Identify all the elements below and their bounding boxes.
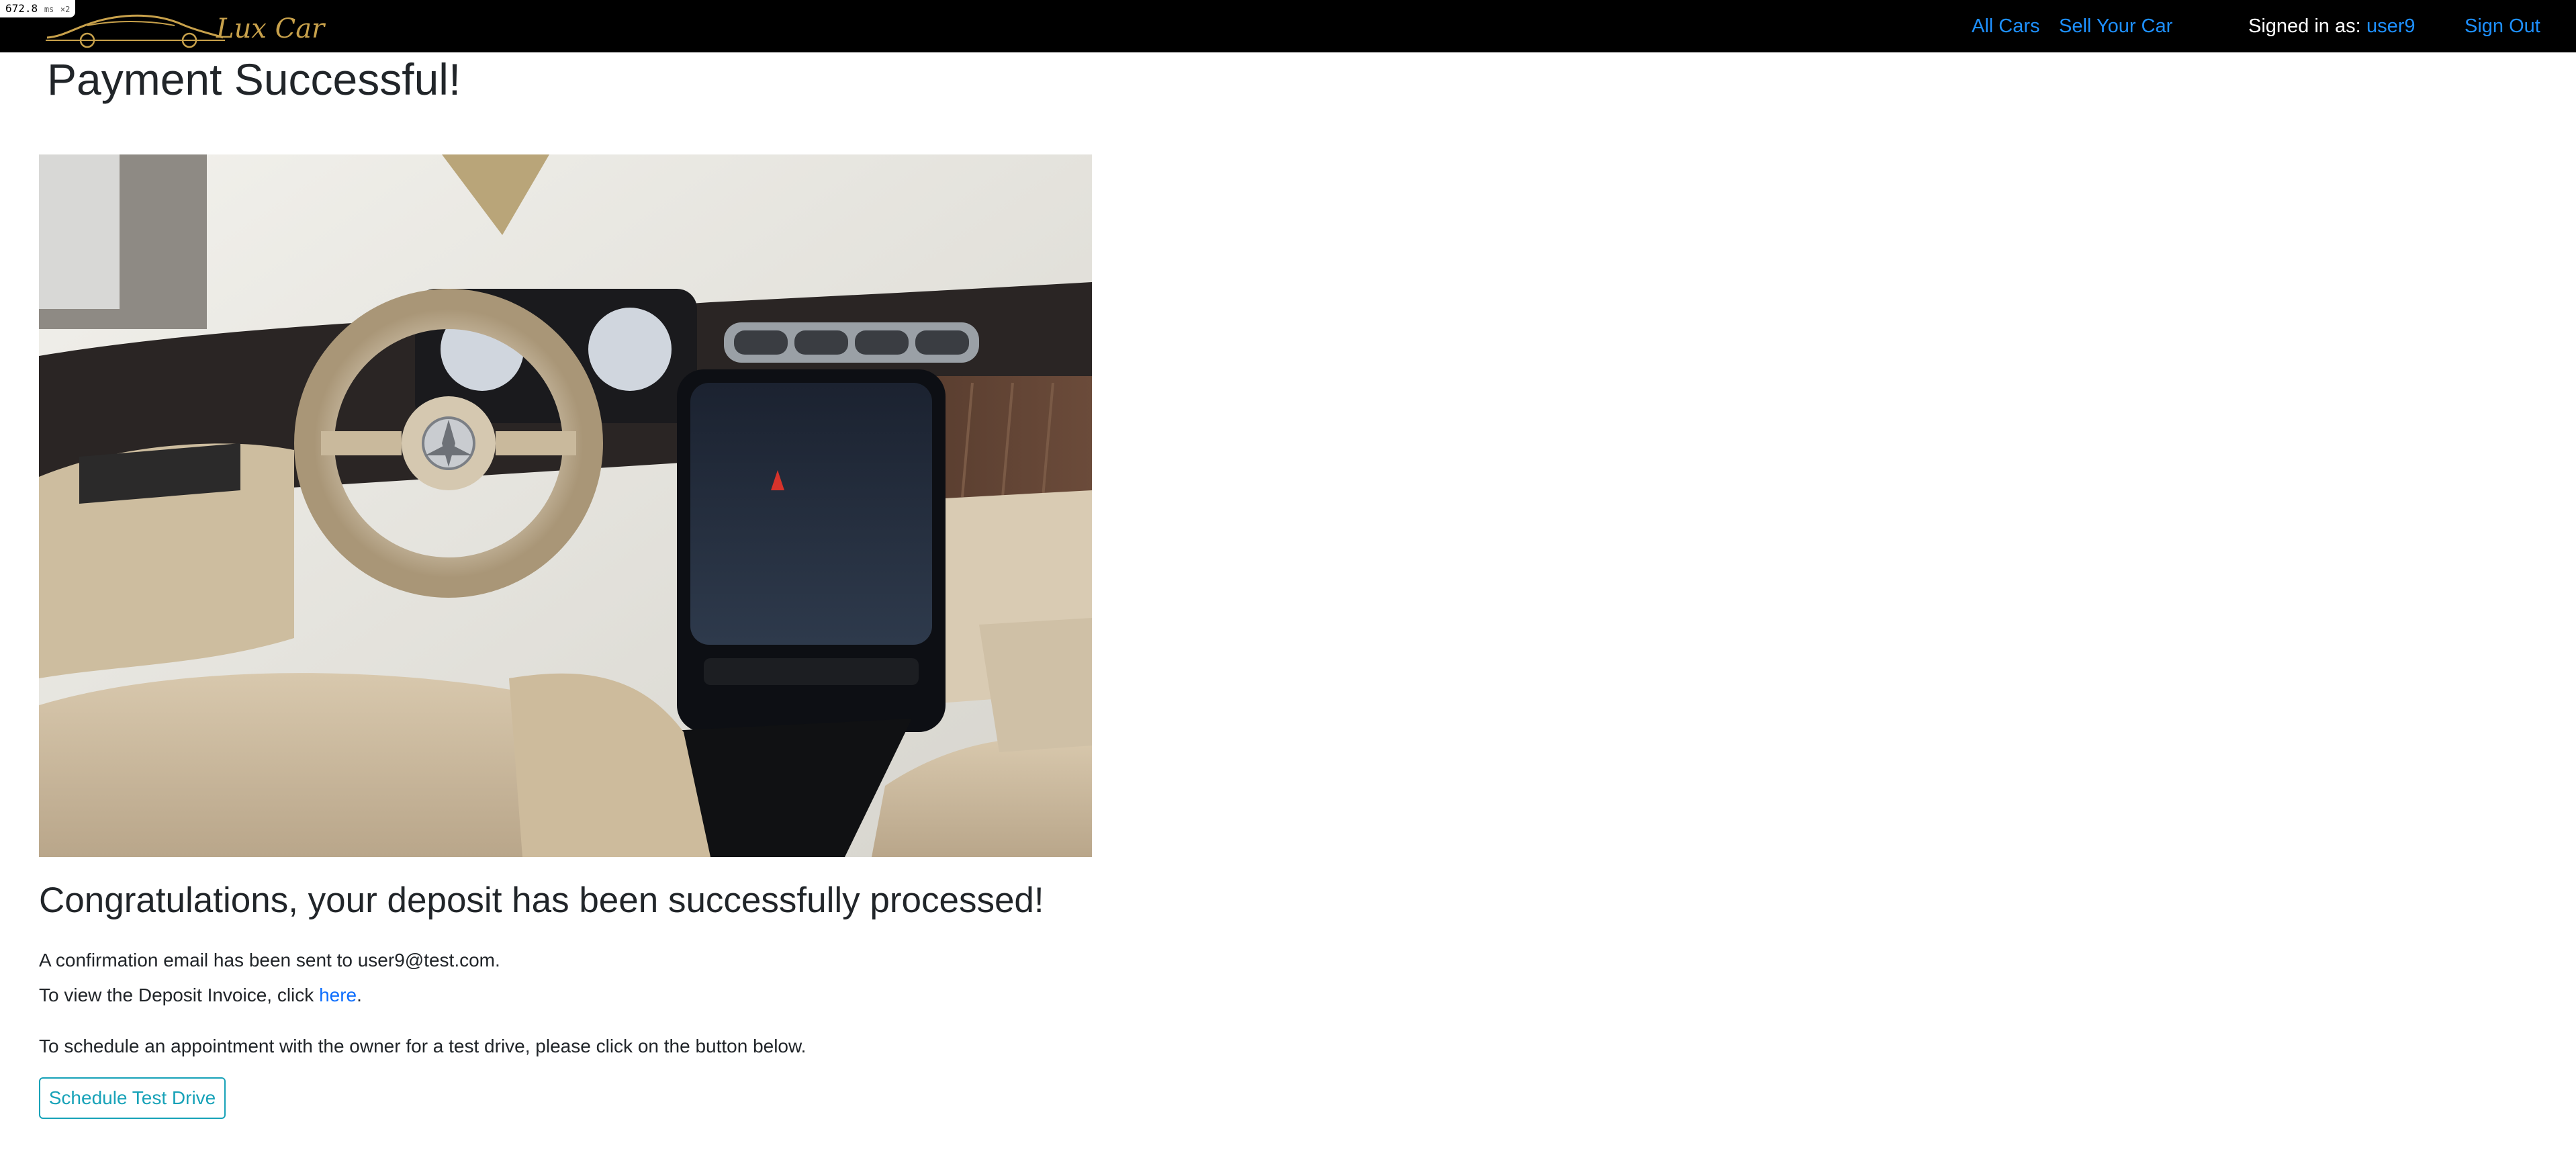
brand-logo[interactable]: Lux Car [40,3,336,50]
signed-in-label: Signed in as: [2248,15,2361,37]
nav-sign-out-link[interactable]: Sign Out [2465,15,2540,38]
confirmation-prefix: A confirmation email has been sent to [39,950,358,970]
page-title: Payment Successful! [47,54,461,104]
brand-text: Lux Car [216,13,326,44]
top-navbar: 672.8 ms ×2 Lux Car All Cars Sell Your C… [0,0,2576,52]
render-time-badge: 672.8 ms ×2 [0,0,76,17]
schedule-test-drive-button[interactable]: Schedule Test Drive [39,1077,226,1119]
car-logo-icon: Lux Car [46,13,326,48]
confirmation-suffix: . [495,950,500,970]
congratulations-heading: Congratulations, your deposit has been s… [39,880,1044,920]
render-multiplier: ×2 [60,5,71,14]
car-interior-photo [39,154,1092,857]
invoice-prefix: To view the Deposit Invoice, click [39,985,320,1005]
schedule-instructions: To schedule an appointment with the owne… [39,1036,807,1056]
invoice-here-link[interactable]: here [319,985,357,1005]
nav-all-cars-link[interactable]: All Cars [1972,15,2040,38]
confirmation-text: A confirmation email has been sent to us… [39,948,500,973]
nav-username-link[interactable]: user9 [2366,15,2416,38]
invoice-text: To view the Deposit Invoice, click here. [39,983,362,1007]
car-interior-image [39,154,1092,857]
confirmation-email: user9@test.com [357,950,495,970]
render-time-unit: ms [44,5,54,14]
invoice-suffix: . [357,985,362,1005]
render-time-value: 672.8 [5,2,38,15]
nav-sell-your-car-link[interactable]: Sell Your Car [2059,15,2172,38]
